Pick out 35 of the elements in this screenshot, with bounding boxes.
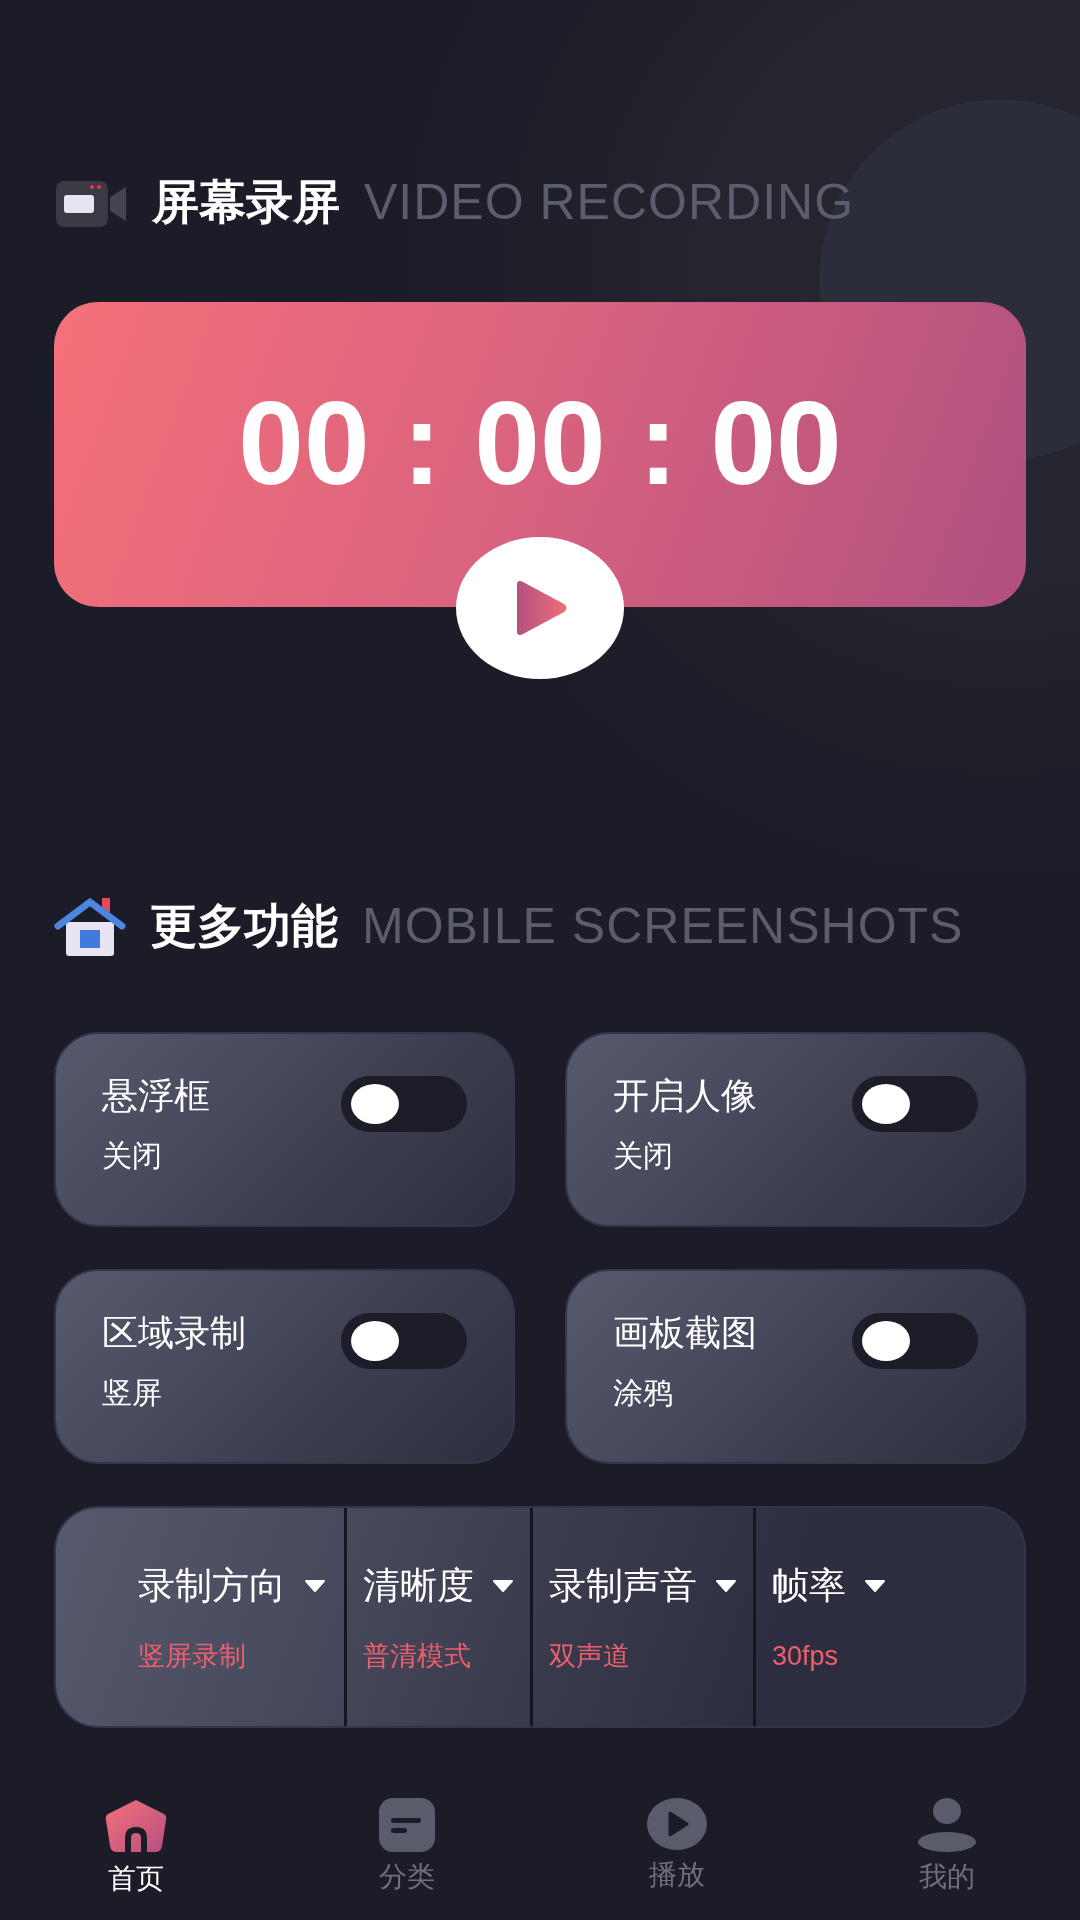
feature-status: 关闭 (102, 1138, 163, 1175)
section-subtitle: VIDEO RECORDING (364, 173, 855, 232)
dropdown-button[interactable]: 录制声音 (549, 1558, 737, 1614)
feature-label: 区域录制 (102, 1311, 246, 1355)
setting-value: 普清模式 (363, 1639, 472, 1673)
toggle-switch[interactable] (852, 1313, 978, 1369)
nav-tab[interactable]: 首页 (104, 1798, 168, 1900)
caret-icon (492, 1578, 514, 1593)
setting-value: 双声道 (549, 1639, 631, 1673)
feature-label: 画板截图 (613, 1311, 757, 1355)
feature-status: 涂鸦 (613, 1375, 674, 1412)
caret-icon (304, 1578, 326, 1593)
list-icon (379, 1798, 436, 1852)
feature-status: 竖屏 (102, 1375, 163, 1412)
setting-value: 30fps (772, 1639, 840, 1673)
caret-icon (864, 1578, 886, 1593)
timer-text: 00 : 00 : 00 (238, 384, 842, 502)
toggle-switch[interactable] (852, 1076, 978, 1132)
dropdown-button[interactable]: 录制方向 (138, 1558, 326, 1614)
dropdown-button[interactable]: 清晰度 (363, 1558, 514, 1614)
person-icon (918, 1798, 976, 1852)
setting-value: 竖屏录制 (138, 1639, 247, 1673)
section-title: 屏幕录屏 (152, 174, 340, 231)
section-title: 更多功能 (150, 898, 338, 955)
dropdown-button[interactable]: 帧率 (772, 1558, 886, 1614)
feature-label: 开启人像 (613, 1074, 757, 1118)
house-icon (54, 895, 126, 958)
feature-status: 关闭 (613, 1138, 674, 1175)
toggle-switch[interactable] (341, 1076, 467, 1132)
caret-icon (715, 1578, 737, 1593)
section-subtitle: MOBILE SCREENSHOTS (362, 897, 964, 956)
toggle-switch[interactable] (341, 1313, 467, 1369)
feature-label: 悬浮框 (102, 1074, 210, 1118)
play-icon (646, 1798, 707, 1850)
home-icon (104, 1798, 168, 1854)
